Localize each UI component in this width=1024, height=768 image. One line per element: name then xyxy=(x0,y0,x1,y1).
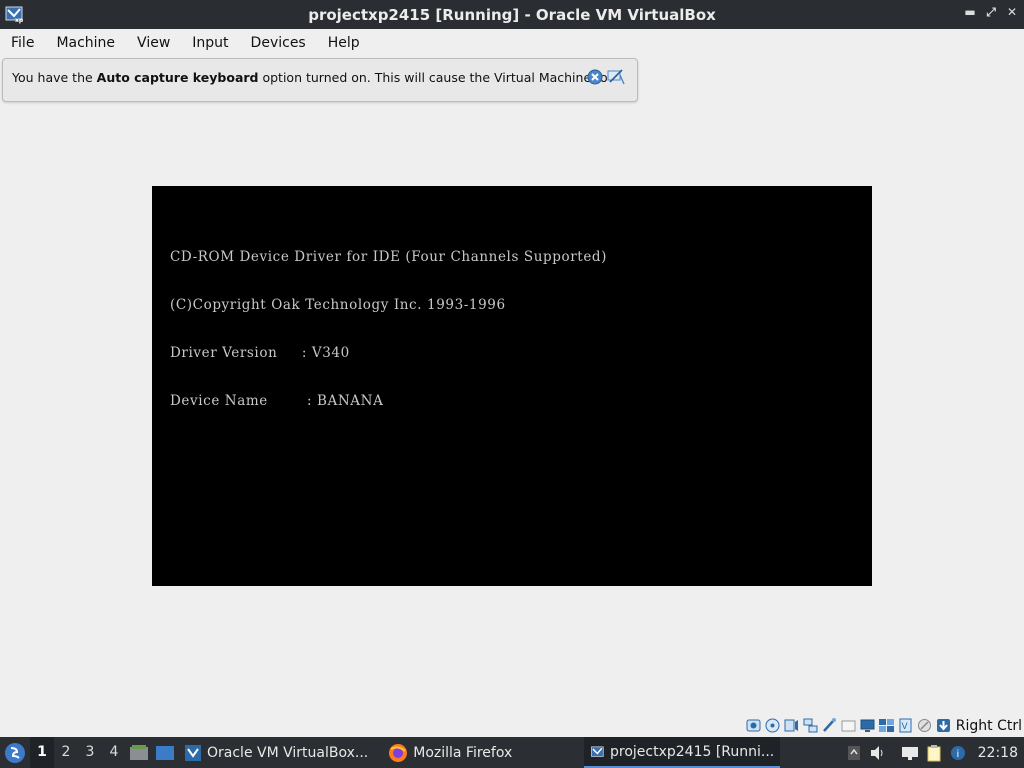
minimize-icon[interactable]: ▬ xyxy=(964,5,976,19)
vm-window-icon xyxy=(591,745,604,757)
svg-text:i: i xyxy=(956,749,959,760)
clock[interactable]: 22:18 xyxy=(970,745,1024,761)
window-titlebar: xp projectxp2415 [Running] - Oracle VM V… xyxy=(0,0,1024,29)
usb-icon[interactable] xyxy=(821,717,838,734)
host-key-label[interactable]: Right Ctrl xyxy=(956,718,1022,734)
tray-menu-icon[interactable] xyxy=(842,737,866,768)
maximize-icon[interactable]: ⤢ xyxy=(985,5,997,19)
menu-view[interactable]: View xyxy=(126,29,181,57)
audio-icon[interactable] xyxy=(783,717,800,734)
os-taskbar: 1 2 3 4 Oracle VM VirtualBox... Mozilla … xyxy=(0,737,1024,768)
video-capture-icon[interactable] xyxy=(878,717,895,734)
menubar: File Machine View Input Devices Help xyxy=(0,29,1024,57)
task-label: Mozilla Firefox xyxy=(413,744,513,761)
keyboard-capture-icon[interactable] xyxy=(935,717,952,734)
task-virtualbox-manager[interactable]: Oracle VM VirtualBox... xyxy=(178,737,374,768)
file-manager-icon[interactable] xyxy=(126,737,152,768)
close-icon[interactable]: ✕ xyxy=(1006,5,1018,19)
virtualbox-vm-icon: xp xyxy=(4,4,24,24)
task-label: projectxp2415 [Runni... xyxy=(610,743,775,760)
system-tray: i 22:18 xyxy=(842,737,1024,768)
notice-text-after: option turned on. This will cause the Vi… xyxy=(258,70,608,85)
clipboard-icon[interactable] xyxy=(922,737,946,768)
start-menu-button[interactable] xyxy=(0,737,30,768)
window-controls: ▬ ⤢ ✕ xyxy=(964,5,1018,19)
network-status-icon[interactable] xyxy=(898,737,922,768)
window-title: projectxp2415 [Running] - Oracle VM Virt… xyxy=(308,5,716,24)
auto-capture-notice: You have the Auto capture keyboard optio… xyxy=(2,58,638,102)
workspace-4[interactable]: 4 xyxy=(102,737,126,768)
console-line: (C)Copyright Oak Technology Inc. 1993-19… xyxy=(170,297,506,313)
workspace-1[interactable]: 1 xyxy=(30,737,54,768)
svg-text:xp: xp xyxy=(15,17,24,24)
workspace-2[interactable]: 2 xyxy=(54,737,78,768)
firefox-icon xyxy=(389,743,408,762)
vm-statusbar: V Right Ctrl xyxy=(0,714,1024,737)
notice-actions xyxy=(587,69,625,88)
device-indicators: V xyxy=(745,717,952,734)
mouse-integration-icon[interactable] xyxy=(916,717,933,734)
close-notice-icon[interactable] xyxy=(587,69,603,88)
menu-input[interactable]: Input xyxy=(181,29,239,57)
shared-folders-icon[interactable] xyxy=(840,717,857,734)
network-icon[interactable] xyxy=(802,717,819,734)
notice-text-before: You have the xyxy=(12,70,97,85)
do-not-show-again-icon[interactable] xyxy=(607,69,625,88)
notice-text-bold: Auto capture keyboard xyxy=(96,70,259,85)
hard-disk-icon[interactable] xyxy=(745,717,762,734)
start-menu-icon xyxy=(5,742,25,763)
volume-icon[interactable] xyxy=(866,737,890,768)
notice-message: You have the Auto capture keyboard optio… xyxy=(12,70,608,85)
menu-file[interactable]: File xyxy=(0,29,45,57)
task-firefox[interactable]: Mozilla Firefox xyxy=(382,737,518,768)
workspace-3[interactable]: 3 xyxy=(78,737,102,768)
console-line: Driver Version : V340 xyxy=(170,345,350,361)
console-line: Device Name : BANANA xyxy=(170,393,384,409)
vm-console-output: CD-ROM Device Driver for IDE (Four Chann… xyxy=(170,217,607,441)
virtualbox-icon xyxy=(185,744,201,761)
display-icon[interactable] xyxy=(859,717,876,734)
optical-drive-icon[interactable] xyxy=(764,717,781,734)
update-notifier-icon[interactable]: i xyxy=(946,737,970,768)
show-desktop-icon[interactable] xyxy=(152,737,178,768)
task-vm-window[interactable]: projectxp2415 [Runni... xyxy=(584,737,781,768)
task-label: Oracle VM VirtualBox... xyxy=(207,744,369,761)
vm-display[interactable]: CD-ROM Device Driver for IDE (Four Chann… xyxy=(152,186,872,586)
menu-devices[interactable]: Devices xyxy=(240,29,317,57)
menu-help[interactable]: Help xyxy=(317,29,371,57)
svg-text:V: V xyxy=(901,722,908,732)
console-line: CD-ROM Device Driver for IDE (Four Chann… xyxy=(170,249,608,265)
menu-machine[interactable]: Machine xyxy=(45,29,126,57)
cpu-icon[interactable]: V xyxy=(897,717,914,734)
